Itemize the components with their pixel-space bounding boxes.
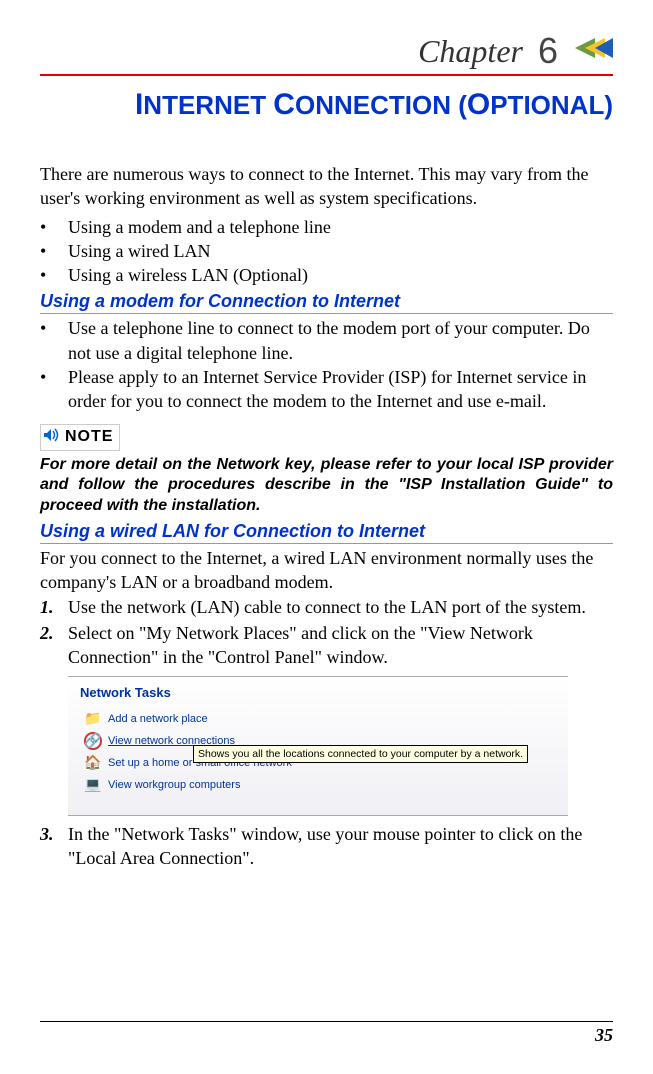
step-item: 1. Use the network (LAN) cable to connect… xyxy=(40,595,613,619)
list-item: Use a telephone line to connect to the m… xyxy=(40,316,613,365)
add-place-icon: 📁 xyxy=(84,710,102,728)
tooltip: Shows you all the locations connected to… xyxy=(193,745,528,763)
network-icon: 🔗 xyxy=(84,732,102,750)
title-nternet: NTERNET xyxy=(143,90,273,120)
lan-steps: 1. Use the network (LAN) cable to connect… xyxy=(40,595,613,670)
chapter-header: Chapter 6 xyxy=(40,30,613,72)
list-item: Using a wired LAN xyxy=(40,239,613,263)
page-title: INTERNET CONNECTION (OPTIONAL) xyxy=(40,88,613,122)
main-bullet-list: Using a modem and a telephone line Using… xyxy=(40,215,613,288)
lan-steps-continued: 3. In the "Network Tasks" window, use you… xyxy=(40,822,613,871)
note-badge: NOTE xyxy=(40,424,120,451)
intro-paragraph: There are numerous ways to connect to th… xyxy=(40,162,613,211)
task-item: 📁 Add a network place xyxy=(84,710,560,728)
page-footer: 35 xyxy=(40,1021,613,1046)
speaker-icon xyxy=(43,427,61,448)
chapter-label: Chapter xyxy=(418,33,523,70)
task-item: 💻 View workgroup computers xyxy=(84,776,560,794)
title-paren-close: ) xyxy=(604,90,613,120)
section-heading-modem: Using a modem for Connection to Internet xyxy=(40,291,613,314)
step-text: Use the network (LAN) cable to connect t… xyxy=(68,597,586,617)
step-number: 1. xyxy=(40,595,54,619)
title-ptional: PTIONAL xyxy=(490,90,604,120)
panel-title: Network Tasks xyxy=(80,685,560,700)
setup-icon: 🏠 xyxy=(84,754,102,772)
step-number: 2. xyxy=(40,621,54,645)
section-heading-lan: Using a wired LAN for Connection to Inte… xyxy=(40,521,613,544)
list-item: Using a modem and a telephone line xyxy=(40,215,613,239)
page-number: 35 xyxy=(595,1025,613,1045)
step-text: In the "Network Tasks" window, use your … xyxy=(68,824,582,868)
title-cap-c: C xyxy=(273,88,295,121)
note-text: For more detail on the Network key, plea… xyxy=(40,455,613,517)
task-label: Add a network place xyxy=(108,713,208,725)
title-onnection: ONNECTION xyxy=(295,90,458,120)
step-text: Select on "My Network Places" and click … xyxy=(68,623,533,667)
modem-bullet-list: Use a telephone line to connect to the m… xyxy=(40,316,613,413)
step-item: 2. Select on "My Network Places" and clic… xyxy=(40,621,613,670)
network-tasks-screenshot: Network Tasks 📁 Add a network place 🔗 Vi… xyxy=(68,676,568,816)
arrow-icon xyxy=(573,33,613,70)
lan-intro: For you connect to the Internet, a wired… xyxy=(40,546,613,595)
red-divider xyxy=(40,74,613,76)
chapter-number: 6 xyxy=(538,30,558,72)
workgroup-icon: 💻 xyxy=(84,776,102,794)
note-label: NOTE xyxy=(65,428,113,446)
list-item: Using a wireless LAN (Optional) xyxy=(40,263,613,287)
title-cap-o: O xyxy=(467,88,490,121)
step-number: 3. xyxy=(40,822,54,846)
task-label: View workgroup computers xyxy=(108,779,240,791)
step-item: 3. In the "Network Tasks" window, use you… xyxy=(40,822,613,871)
list-item: Please apply to an Internet Service Prov… xyxy=(40,365,613,414)
title-paren-open: ( xyxy=(458,90,467,120)
